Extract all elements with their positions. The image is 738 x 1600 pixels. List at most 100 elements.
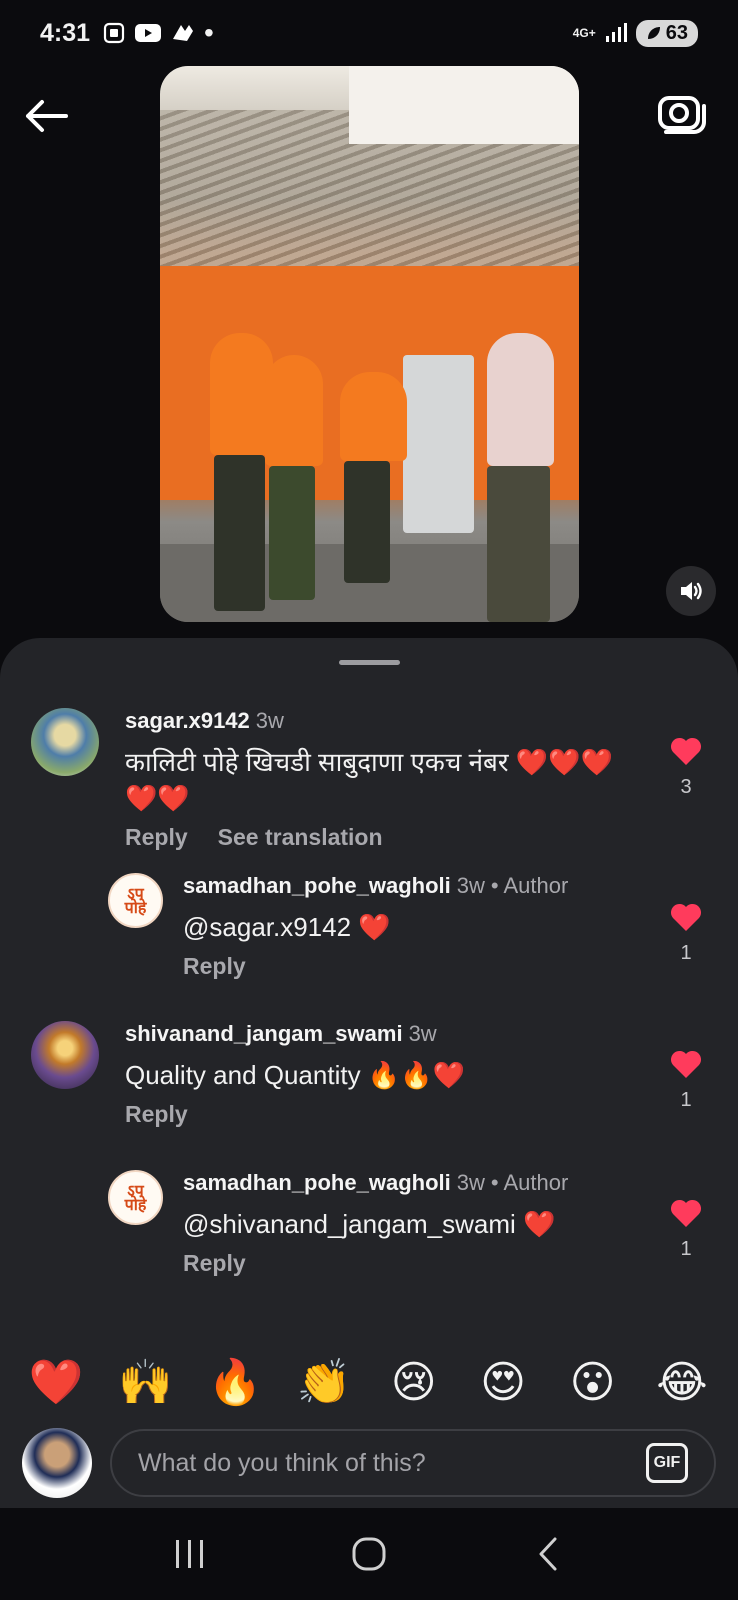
comment-actions: Reply [125,1101,465,1128]
recent-apps-button[interactable] [160,1529,220,1579]
like-group: 1 [666,902,706,965]
video-counter [403,355,475,534]
comment-text-line: कालिटी पोहे खिचडी साबुदाणा एकच नंबर ❤️❤️… [125,747,613,777]
emoji-heart-eyes-button[interactable]: 😍 [473,1345,533,1421]
comment-username[interactable]: shivanand_jangam_swami [125,1021,403,1046]
like-count: 1 [680,942,692,964]
avatar[interactable] [31,708,99,776]
status-time: 4:31 [40,18,91,47]
comment-time: 3w [408,1021,437,1046]
comment-text-line: ❤️❤️ [125,783,190,813]
sheet-drag-handle[interactable] [339,660,400,665]
comment-input[interactable]: What do you think of this? GIF [110,1429,716,1497]
person-figure [264,355,324,467]
camera-icon [658,96,706,134]
gif-button[interactable]: GIF [646,1443,688,1483]
comment-item: sagar.x9142 3w कालिटी पोहे खिचडी साबुदाणा… [31,708,631,851]
comment-body: samadhan_pohe_wagholi 3w • Author @shivana… [183,1170,568,1277]
status-bar: 4:31 • 4G+ 63 [0,0,738,66]
back-button[interactable] [22,92,70,140]
video-sign-board [348,66,579,144]
status-notification-icons: • [102,19,214,47]
app-notification-icon [173,25,194,41]
mute-button[interactable] [666,566,716,616]
person-legs [268,466,316,600]
heart-icon[interactable] [670,1049,702,1079]
comment-meta: shivanand_jangam_swami 3w [125,1021,465,1047]
avatar[interactable] [31,1021,99,1089]
comment-time: 3w [456,873,485,898]
screen-record-icon [103,22,125,44]
comment-username[interactable]: samadhan_pohe_wagholi [183,873,451,898]
person-legs [486,466,550,622]
comment-actions: Reply See translation [125,824,613,851]
reply-item: ऽप पोहे samadhan_pohe_wagholi 3w • Author @… [108,873,628,980]
comment-time: 3w [255,708,284,733]
more-notifications-dot: • [204,17,214,48]
comment-time: 3w [456,1170,485,1195]
current-user-avatar [22,1428,92,1498]
emoji-laughing-button[interactable]: 😂 [652,1345,712,1421]
back-nav-button[interactable] [518,1529,578,1579]
arrow-left-icon [26,100,68,132]
samadhan-logo: ऽप पोहे [124,883,147,917]
comment-username[interactable]: sagar.x9142 [125,708,250,733]
person-legs [214,455,265,611]
avatar[interactable]: ऽप पोहे [108,1170,163,1225]
heart-icon[interactable] [670,736,702,766]
home-icon [352,1537,386,1571]
person-figure [340,371,408,461]
avatar[interactable]: ऽप पोहे [108,873,163,928]
comment-text: Quality and Quantity 🔥🔥❤️ [125,1060,465,1090]
camera-button[interactable] [656,88,706,138]
comment-meta: samadhan_pohe_wagholi 3w • Author [183,873,568,899]
reply-button[interactable]: Reply [125,824,188,851]
emoji-heart-button[interactable]: ❤️ [26,1345,86,1421]
comment-meta: samadhan_pohe_wagholi 3w • Author [183,1170,568,1196]
network-type: 4G+ [572,26,596,40]
signal-icon [605,23,627,42]
see-translation-button[interactable]: See translation [218,824,383,851]
comment-body: shivanand_jangam_swami 3w Quality and Qua… [125,1021,465,1128]
battery-indicator: 63 [635,19,698,47]
emoji-reaction-bar: ❤️ 🙌 🔥 👏 😢 😍 😮 😂 [0,1345,738,1421]
battery-level: 63 [665,21,688,44]
emoji-surprised-button[interactable]: 😮 [563,1345,623,1421]
like-count: 1 [680,1089,692,1111]
emoji-raised-hands-button[interactable]: 🙌 [115,1345,175,1421]
comment-item: shivanand_jangam_swami 3w Quality and Qua… [31,1021,631,1128]
comment-body: sagar.x9142 3w कालिटी पोहे खिचडी साबुदाणा… [125,708,613,851]
battery-saver-icon [647,27,660,39]
like-count: 1 [680,1238,692,1260]
heart-icon[interactable] [670,902,702,932]
author-tag: • Author [490,873,569,898]
reel-video-thumbnail[interactable] [160,66,579,622]
author-tag: • Author [490,1170,569,1195]
reel-header [0,66,738,636]
reply-button[interactable]: Reply [125,1101,188,1128]
like-group: 1 [666,1198,706,1261]
emoji-fire-button[interactable]: 🔥 [205,1345,265,1421]
comment-text: @shivanand_jangam_swami ❤️ [183,1209,556,1239]
comment-meta: sagar.x9142 3w [125,708,613,734]
comment-input-row: What do you think of this? GIF [0,1418,738,1508]
system-nav-bar [0,1508,738,1600]
reply-item: ऽप पोहे samadhan_pohe_wagholi 3w • Author @… [108,1170,628,1277]
person-figure [210,332,274,456]
comment-text: कालिटी पोहे खिचडी साबुदाणा एकच नंबर ❤️❤️… [125,744,613,816]
emoji-clap-button[interactable]: 👏 [294,1345,354,1421]
comment-username[interactable]: samadhan_pohe_wagholi [183,1170,451,1195]
person-legs [344,460,391,584]
reply-button[interactable]: Reply [183,1250,246,1277]
home-button[interactable] [339,1529,399,1579]
reply-button[interactable]: Reply [183,953,246,980]
like-group: 3 [666,736,706,799]
emoji-crying-button[interactable]: 😢 [384,1345,444,1421]
chevron-left-icon [539,1537,557,1571]
comment-actions: Reply [183,1250,568,1277]
comment-text: @sagar.x9142 ❤️ [183,912,391,942]
heart-icon[interactable] [670,1198,702,1228]
comment-actions: Reply [183,953,568,980]
person-figure [486,332,554,467]
comment-input-placeholder: What do you think of this? [138,1448,426,1477]
